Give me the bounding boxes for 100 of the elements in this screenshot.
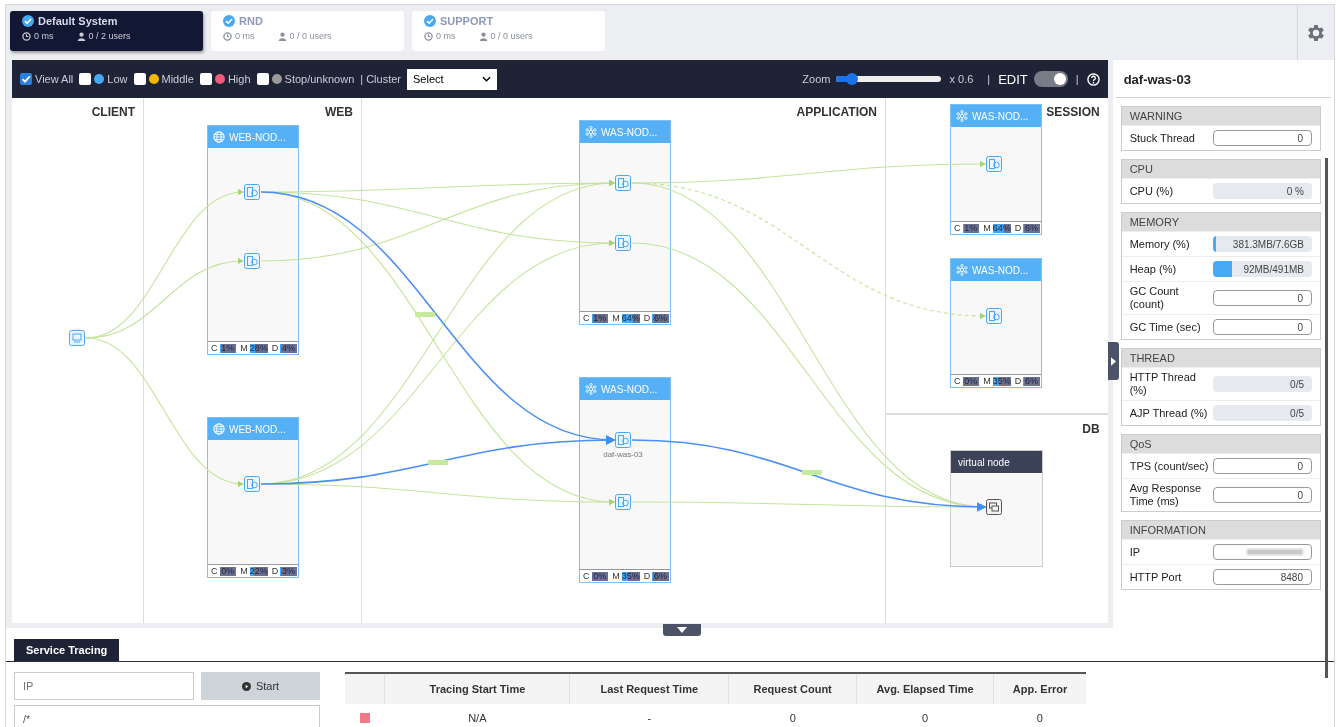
checkbox[interactable] — [133, 73, 146, 85]
section-heading: CPU — [1121, 160, 1320, 178]
panel-toggle-handle[interactable] — [1107, 342, 1119, 380]
scrollbar[interactable] — [1325, 158, 1328, 678]
metric-label: HTTP Thread (%) — [1129, 371, 1197, 397]
value-field: 0 — [1213, 319, 1312, 335]
checkbox[interactable] — [20, 73, 32, 85]
caret-icon — [482, 76, 492, 82]
value-field: 0 — [1213, 458, 1312, 474]
cluster-label: | Cluster — [360, 73, 402, 85]
column-header: Tracing Start Time — [384, 674, 570, 704]
metric-bar: 0% — [962, 376, 980, 386]
user-icon — [478, 31, 488, 41]
edge-label-marker — [802, 470, 822, 475]
column-header: Last Request Time — [569, 674, 729, 704]
section-tab[interactable]: Service Tracing — [14, 639, 120, 661]
url-pattern-field[interactable]: /* — [14, 705, 320, 727]
clock-icon — [22, 31, 31, 41]
metric-bar: 3% — [280, 566, 297, 576]
metric-label: AJP Thread (%) — [1129, 406, 1209, 420]
edge-label-marker — [428, 460, 448, 465]
value-field: 0 — [1213, 130, 1312, 146]
filter-checkbox[interactable]: High — [199, 73, 251, 85]
panel-title: daf-was-03 — [1115, 60, 1331, 98]
checkbox[interactable] — [256, 73, 269, 85]
column-heading: APPLICATION — [796, 105, 877, 119]
filter-checkbox[interactable]: Middle — [133, 73, 194, 85]
client-icon[interactable] — [69, 330, 85, 346]
metric-label: Memory (%) — [1129, 237, 1191, 251]
section-heading: QoS — [1121, 435, 1320, 453]
column-heading: DB — [1082, 422, 1100, 436]
filter-checkbox[interactable]: Stop/unknown — [256, 73, 355, 85]
metric-label: GC Time (sec) — [1129, 320, 1202, 334]
server-instance-icon[interactable] — [615, 494, 631, 510]
system-name: SUPPORT — [440, 15, 494, 27]
edit-label: EDIT — [998, 71, 1028, 87]
server-instance-icon[interactable] — [615, 432, 631, 448]
section-heading: WARNING — [1121, 107, 1320, 125]
zoom-label: Zoom — [802, 73, 831, 85]
metric-label: Stuck Thread — [1129, 131, 1196, 145]
metric-bar: 4% — [280, 343, 297, 353]
start-button[interactable]: Start — [201, 672, 320, 700]
edit-toggle[interactable] — [1033, 71, 1068, 87]
system-tab[interactable]: SUPPORT 0 ms 0 / 0 users — [412, 11, 605, 51]
cluster-icon — [956, 264, 968, 276]
response-time: 0 ms — [436, 31, 456, 41]
caret-icon — [1110, 356, 1116, 366]
server-instance-icon[interactable] — [615, 235, 631, 251]
server-instance-icon[interactable] — [986, 308, 1002, 324]
checkbox[interactable] — [79, 73, 92, 85]
server-instance-icon[interactable] — [244, 476, 260, 492]
metric-label: D — [643, 571, 651, 581]
play-icon — [241, 681, 251, 691]
checkbox[interactable] — [199, 73, 212, 85]
section-heading: INFORMATION — [1121, 521, 1320, 539]
instance-caption: daf-was-03 — [602, 450, 644, 459]
server-node[interactable]: virtual node — [950, 450, 1043, 567]
cluster-icon — [585, 383, 597, 395]
filter-checkbox[interactable]: Low — [79, 73, 128, 85]
user-count: 0 / 0 users — [490, 31, 533, 41]
system-tab[interactable]: RND 0 ms 0 / 0 users — [211, 11, 404, 51]
metric-label: C — [954, 376, 961, 386]
server-instance-icon[interactable] — [615, 175, 631, 191]
server-node[interactable]: WAS-NOD... C 1% M 64% D 6% — [950, 104, 1042, 235]
slider-thumb[interactable] — [846, 73, 859, 85]
gauge-bar: 0/5 — [1213, 376, 1312, 392]
metric-label: TPS (count/sec) — [1129, 459, 1210, 473]
metric-bar: 0% — [219, 566, 237, 576]
clock-icon — [223, 31, 232, 41]
column-heading: SESSION — [1046, 105, 1100, 119]
server-node[interactable]: WAS-NOD... C 1% M 64% D 6% — [579, 120, 671, 325]
cluster-icon — [956, 110, 968, 122]
section-heading: THREAD — [1121, 349, 1320, 367]
filter-checkbox[interactable]: View All — [20, 73, 74, 85]
ip-input-field[interactable]: IP — [14, 672, 194, 700]
system-name: RND — [239, 15, 263, 27]
check-circle-icon — [424, 15, 436, 27]
server-instance-icon[interactable] — [986, 156, 1002, 172]
help-icon[interactable] — [1086, 72, 1100, 86]
value-field: 0 — [1213, 290, 1312, 306]
collapse-handle[interactable] — [663, 624, 701, 636]
metric-label: D — [643, 313, 651, 323]
table-cell-text: 0 — [788, 712, 797, 724]
server-instance-icon[interactable] — [244, 253, 260, 269]
column-header: App. Error — [993, 674, 1086, 704]
cluster-select[interactable]: Select — [407, 68, 498, 90]
gauge-bar: 92MB/491MB — [1213, 261, 1312, 277]
node-title: WEB-NOD... — [229, 423, 286, 435]
zoom-slider[interactable] — [836, 76, 942, 82]
server-instance-icon[interactable] — [244, 184, 260, 200]
table-cell-text: 0 — [1035, 712, 1044, 724]
user-count: 0 / 0 users — [289, 31, 332, 41]
metric-label: M — [612, 571, 620, 581]
node-title: WAS-NOD... — [972, 264, 1029, 276]
metric-label: M — [240, 566, 248, 576]
metric-label: M — [983, 223, 991, 233]
separator-text: | — [987, 73, 991, 85]
clock-icon — [424, 31, 433, 41]
system-tab[interactable]: Default System 0 ms 0 / 2 users — [10, 11, 203, 51]
database-icon[interactable] — [986, 499, 1002, 515]
